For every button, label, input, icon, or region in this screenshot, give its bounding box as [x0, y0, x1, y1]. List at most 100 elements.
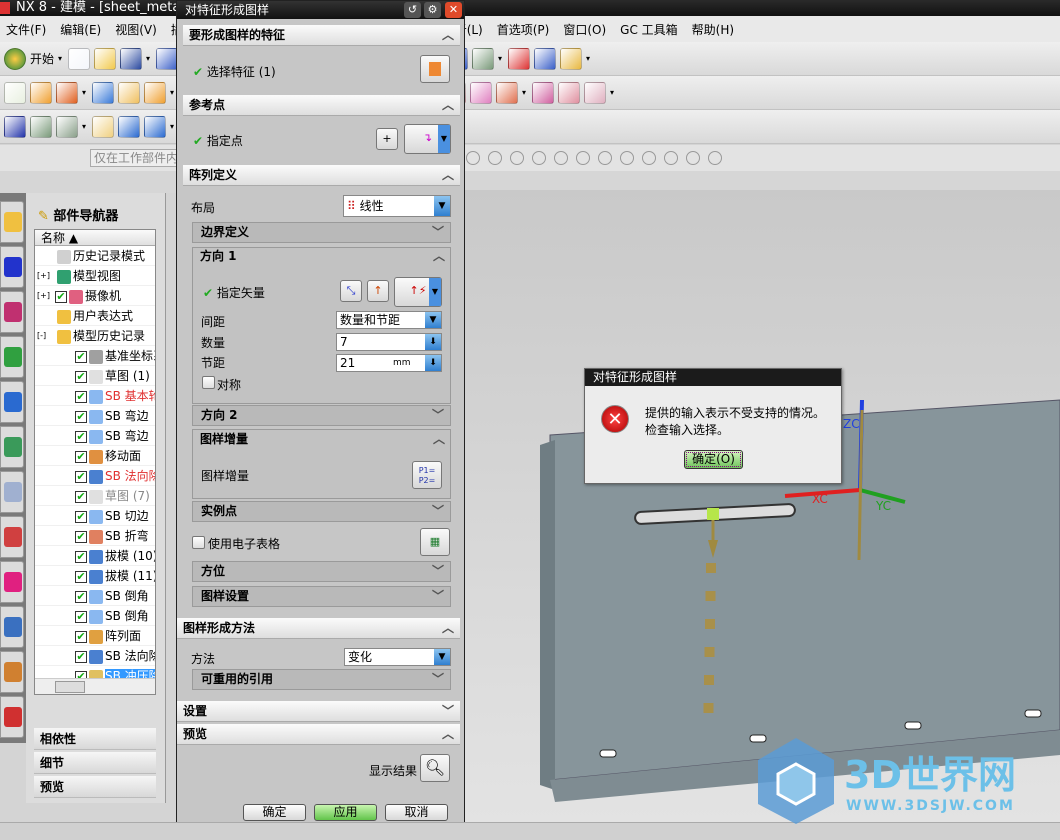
- visualization-icon[interactable]: [0, 561, 24, 603]
- vector-type-dropdown[interactable]: ↑⚡ ▼: [394, 277, 442, 307]
- check-body-icon[interactable]: [118, 115, 140, 138]
- layout-dropdown[interactable]: ⠿ 线性 ▼: [343, 195, 451, 217]
- visibility-checkbox[interactable]: ✔: [75, 610, 87, 623]
- menu-item[interactable]: 视图(V): [115, 21, 157, 38]
- method-dropdown[interactable]: 变化 ▼: [344, 648, 451, 666]
- snap-point-icon[interactable]: [620, 151, 634, 165]
- snap-grid-icon[interactable]: [686, 151, 700, 165]
- panel-details[interactable]: 细节: [34, 752, 156, 774]
- snap-face-icon[interactable]: [664, 151, 678, 165]
- save-icon[interactable]: [120, 47, 143, 70]
- start-menu-button[interactable]: 开始: [30, 50, 54, 67]
- system-materials-icon[interactable]: [0, 516, 24, 558]
- cancel-button[interactable]: 取消: [385, 804, 448, 821]
- tag-icon[interactable]: [92, 115, 114, 138]
- visibility-checkbox[interactable]: ✔: [75, 490, 87, 503]
- dropdown-arrow-icon[interactable]: ▾: [82, 88, 88, 97]
- web-browser-icon[interactable]: [0, 426, 24, 468]
- instance-points-header[interactable]: 实例点 ﹀: [192, 501, 451, 522]
- snap-intersection-icon[interactable]: [554, 151, 568, 165]
- point-dialog-button[interactable]: +: [376, 128, 398, 150]
- section-features-header[interactable]: 要形成图样的特征 ︿: [183, 25, 460, 46]
- information-icon[interactable]: [156, 47, 179, 70]
- layers-icon[interactable]: [30, 115, 52, 138]
- tree-node[interactable]: ✔ 阵列面: [35, 626, 155, 646]
- visibility-checkbox[interactable]: ✔: [75, 650, 87, 663]
- apply-button[interactable]: 应用: [314, 804, 377, 821]
- visibility-checkbox[interactable]: ✔: [75, 450, 87, 463]
- visibility-checkbox[interactable]: ✔: [75, 390, 87, 403]
- tree-node[interactable]: ✔ 基准坐标系: [35, 346, 155, 366]
- use-spreadsheet-checkbox[interactable]: [192, 536, 205, 549]
- snap-midpoint-icon[interactable]: [510, 151, 524, 165]
- tree-node[interactable]: ✔ SB 倒角: [35, 606, 155, 626]
- column-header-name[interactable]: 名称 ▲: [35, 230, 155, 246]
- constraint-navigator-icon[interactable]: [0, 246, 24, 288]
- expand-toggle-icon[interactable]: [+]: [37, 286, 50, 306]
- pattern-face-icon[interactable]: [496, 81, 518, 104]
- history-icon[interactable]: [0, 471, 24, 513]
- count-input[interactable]: 7 ⬇: [336, 333, 442, 351]
- visibility-checkbox[interactable]: ✔: [75, 550, 87, 563]
- select-feature-button[interactable]: [420, 55, 450, 83]
- tree-node[interactable]: ✔ 移动面: [35, 446, 155, 466]
- layer-list-icon[interactable]: [56, 115, 78, 138]
- section-method-header[interactable]: 图样形成方法 ︿: [177, 618, 460, 639]
- assembly-navigator-icon[interactable]: [0, 201, 24, 243]
- reuse-library-icon[interactable]: [0, 336, 24, 378]
- tree-node[interactable]: ✔ 草图 (7): [35, 486, 155, 506]
- dropdown-arrow-icon[interactable]: ▾: [522, 88, 528, 97]
- visibility-checkbox[interactable]: ✔: [75, 350, 87, 363]
- visibility-checkbox[interactable]: ✔: [55, 290, 67, 303]
- view-cube-icon[interactable]: [708, 151, 722, 165]
- dropdown-arrow-icon[interactable]: ▾: [82, 122, 88, 131]
- tree-node[interactable]: ✔ SB 基本轮廓: [35, 386, 155, 406]
- tree-node[interactable]: ✔ SB 倒角: [35, 586, 155, 606]
- reverse-direction-button[interactable]: ⤡: [340, 280, 362, 302]
- dropdown-arrow-icon[interactable]: ▾: [498, 54, 504, 63]
- reset-icon[interactable]: ↺: [404, 2, 421, 18]
- show-result-magnifier-icon[interactable]: 🔍︎: [420, 754, 450, 782]
- part-navigator-icon[interactable]: [0, 291, 24, 333]
- tab-icon[interactable]: [144, 81, 166, 104]
- tree-node[interactable]: ✔ 草图 (1): [35, 366, 155, 386]
- sketch-plane-icon[interactable]: [4, 81, 26, 104]
- selection-scope-dropdown[interactable]: 仅在工作部件内: [90, 149, 180, 167]
- new-file-icon[interactable]: [68, 47, 91, 70]
- system-scenes-icon[interactable]: [0, 696, 24, 738]
- visibility-checkbox[interactable]: ✔: [75, 370, 87, 383]
- tree-node[interactable]: ✔ SB 切边: [35, 506, 155, 526]
- bounding-box-icon[interactable]: [4, 115, 26, 138]
- tree-node[interactable]: [+] 模型视图: [35, 266, 155, 286]
- panel-preview[interactable]: 预览: [34, 776, 156, 798]
- direction-1-header[interactable]: 方向 1 ︿: [192, 247, 451, 268]
- wcs-icon[interactable]: [508, 47, 531, 70]
- extrude-icon[interactable]: [30, 81, 52, 104]
- section-preview-header[interactable]: 预览 ︿: [177, 724, 460, 745]
- visibility-checkbox[interactable]: ✔: [75, 630, 87, 643]
- draft-face-icon[interactable]: [584, 81, 606, 104]
- section-reference-header[interactable]: 参考点 ︿: [183, 95, 460, 116]
- snap-center-icon[interactable]: [576, 151, 590, 165]
- tree-node[interactable]: [-] 模型历史记录: [35, 326, 155, 346]
- increment-header[interactable]: 图样增量 ︿: [192, 430, 451, 451]
- pattern-settings-header[interactable]: 图样设置 ﹀: [192, 586, 451, 607]
- expand-toggle-icon[interactable]: [-]: [37, 326, 46, 346]
- layer-settings-icon[interactable]: [472, 47, 495, 70]
- settings-gear-icon[interactable]: ⚙: [424, 2, 441, 18]
- interference-icon[interactable]: [144, 115, 166, 138]
- menu-item[interactable]: 首选项(P): [497, 21, 550, 38]
- dropdown-arrow-icon[interactable]: ▾: [610, 88, 616, 97]
- orientation-header[interactable]: 方位 ﹀: [192, 561, 451, 582]
- snap-endpoint-icon[interactable]: [488, 151, 502, 165]
- visibility-checkbox[interactable]: ✔: [75, 510, 87, 523]
- tree-node[interactable]: ✔ SB 弯边: [35, 406, 155, 426]
- tree-node[interactable]: ✔ SB 法向除料: [35, 646, 155, 666]
- replace-face-icon[interactable]: [558, 81, 580, 104]
- snap-quadrant-icon[interactable]: [598, 151, 612, 165]
- pitch-input[interactable]: 21 mm ⬇: [336, 354, 442, 372]
- expand-toggle-icon[interactable]: [+]: [37, 266, 50, 286]
- visibility-checkbox[interactable]: ✔: [75, 570, 87, 583]
- tree-node[interactable]: ✔ SB 折弯: [35, 526, 155, 546]
- tree-node[interactable]: ✔ SB 法向除料: [35, 466, 155, 486]
